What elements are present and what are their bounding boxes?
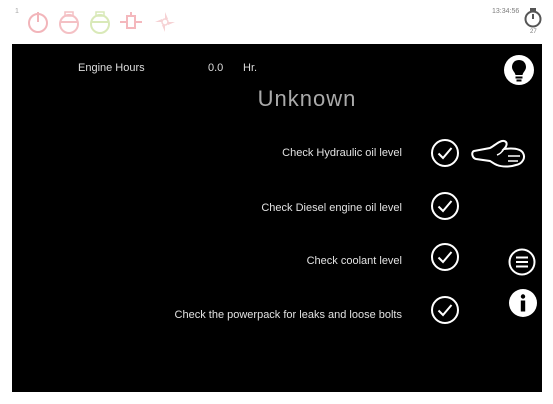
engine-hours-label: Engine Hours bbox=[78, 62, 145, 74]
engine-temperature-icon bbox=[56, 9, 82, 35]
main-panel: Engine Hours 0.0 Hr. Unknown Check Hydra… bbox=[12, 44, 542, 392]
checklist-item-powerpack-label: Check the powerpack for leaks and loose … bbox=[174, 309, 402, 321]
menu-icon bbox=[508, 248, 536, 276]
lightbulb-icon bbox=[504, 55, 534, 85]
clock-text: 13:34:56 bbox=[492, 8, 520, 15]
checklist-item-coolant-label: Check coolant level bbox=[306, 255, 402, 267]
checklist-item-hydraulic-oil-label: Check Hydraulic oil level bbox=[282, 147, 402, 159]
info-icon bbox=[509, 289, 537, 317]
timer-sub-text: 27 bbox=[530, 29, 537, 35]
lightbulb-button[interactable] bbox=[503, 54, 535, 86]
corner-mark: 1 bbox=[15, 8, 19, 15]
engine-hours-unit: Hr. bbox=[243, 62, 258, 74]
check-coolant-button[interactable] bbox=[430, 242, 460, 272]
glow-plug-icon bbox=[118, 9, 144, 35]
menu-button[interactable] bbox=[508, 248, 536, 276]
status-bar: 1 13:34:56 27 bbox=[12, 6, 542, 44]
checkmark-icon bbox=[431, 243, 459, 271]
checklist-item-diesel-oil-label: Check Diesel engine oil level bbox=[261, 202, 402, 214]
pointing-hand-icon bbox=[470, 134, 528, 174]
check-diesel-oil-button[interactable] bbox=[430, 191, 460, 221]
checkmark-icon bbox=[431, 139, 459, 167]
status-title: Unknown bbox=[257, 86, 357, 111]
engine-hours-value: 0.0 bbox=[208, 62, 224, 74]
check-powerpack-button[interactable] bbox=[430, 295, 460, 325]
checkmark-icon bbox=[431, 296, 459, 324]
checkmark-icon bbox=[431, 192, 459, 220]
fan-icon bbox=[152, 9, 178, 35]
stopwatch-icon[interactable]: 27 bbox=[522, 7, 544, 37]
oil-pressure-icon bbox=[87, 9, 113, 35]
power-icon bbox=[25, 9, 51, 35]
check-hydraulic-oil-button[interactable] bbox=[430, 138, 460, 168]
info-button[interactable] bbox=[508, 288, 538, 318]
